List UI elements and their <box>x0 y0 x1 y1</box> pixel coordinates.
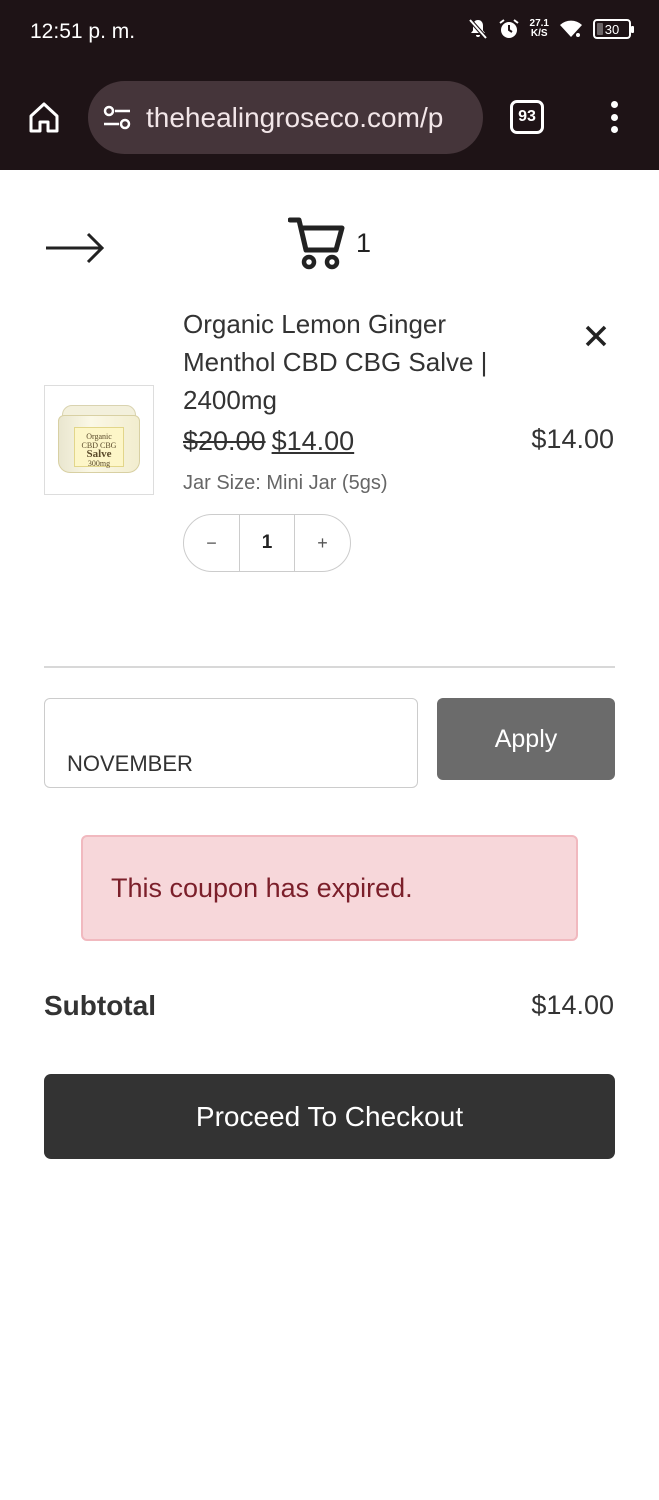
cart-count: 1 <box>356 228 372 258</box>
alarm-icon <box>498 19 519 38</box>
network-speed-unit: K/S <box>530 28 548 39</box>
site-settings-icon[interactable] <box>100 101 134 135</box>
status-time: 12:51 p. m. <box>30 20 136 43</box>
quantity-decrease-button[interactable]: − <box>184 515 239 571</box>
battery-fill <box>597 23 604 35</box>
subtotal-value: $14.00 <box>531 990 614 1020</box>
url-text[interactable]: thehealingroseco.com/p <box>146 102 443 134</box>
home-button[interactable] <box>22 96 66 140</box>
close-icon[interactable] <box>582 322 610 350</box>
tab-count: 93 <box>518 108 536 125</box>
salve-jar-image: Organic CBD CBG Salve 300mg <box>58 405 140 475</box>
address-bar[interactable]: thehealingroseco.com/p <box>88 81 483 154</box>
battery-indicator: 30 <box>593 19 634 39</box>
divider <box>44 666 615 668</box>
item-price: $20.00 $14.00 <box>183 426 354 457</box>
quantity-value[interactable]: 1 <box>239 515 295 571</box>
line-total: $14.00 <box>531 424 614 454</box>
network-speed: 27.1 K/S <box>530 19 549 39</box>
battery-level: 30 <box>604 21 620 37</box>
cart-icon[interactable] <box>288 214 346 272</box>
product-image[interactable]: Organic CBD CBG Salve 300mg <box>44 385 154 495</box>
wifi-icon <box>560 20 582 37</box>
jar-label: Organic CBD CBG Salve 300mg <box>74 427 124 468</box>
proceed-to-checkout-button[interactable]: Proceed To Checkout <box>44 1074 615 1159</box>
apply-coupon-button[interactable]: Apply <box>437 698 615 780</box>
status-icons: 27.1 K/S 30 <box>468 18 634 40</box>
browser-chrome: 12:51 p. m. 27.1 K/S 30 thehealingroseco… <box>0 0 659 170</box>
variant-text: Jar Size: Mini Jar (5gs) <box>183 472 388 494</box>
quantity-increase-button[interactable]: + <box>295 515 350 571</box>
arrow-right-icon[interactable] <box>44 230 106 266</box>
home-icon <box>29 102 59 133</box>
quantity-stepper: − 1 + <box>183 514 351 572</box>
tabs-button[interactable]: 93 <box>510 100 544 134</box>
price-original: $20.00 <box>183 426 266 456</box>
coupon-input[interactable] <box>44 698 418 788</box>
notifications-muted-icon <box>468 18 488 40</box>
price-sale: $14.00 <box>271 426 355 456</box>
more-menu-icon <box>610 101 618 108</box>
more-menu-button[interactable] <box>600 97 628 137</box>
product-title[interactable]: Organic Lemon Ginger Menthol CBD CBG Sal… <box>183 305 513 419</box>
coupon-error-message: This coupon has expired. <box>81 835 578 941</box>
subtotal-label: Subtotal <box>44 990 156 1021</box>
